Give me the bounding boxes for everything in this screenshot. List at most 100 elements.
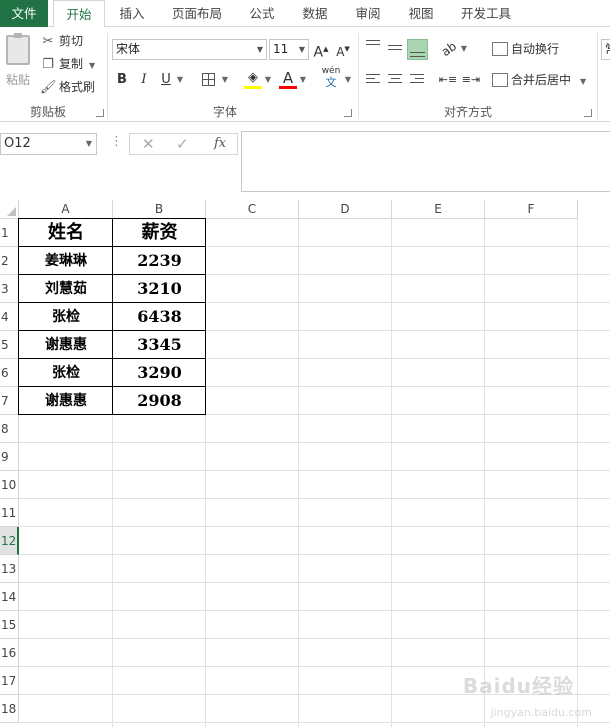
row-header-18[interactable]: 18 [0, 695, 19, 723]
row-header-17[interactable]: 17 [0, 667, 19, 695]
select-all-corner[interactable] [0, 200, 19, 219]
decrease-font-size-button[interactable]: A▼ [334, 38, 352, 60]
chevron-down-icon[interactable]: ▼ [298, 69, 308, 91]
column-header-b[interactable]: B [113, 200, 206, 219]
cell-name[interactable]: 刘慧茹 [19, 275, 113, 303]
chevron-down-icon[interactable]: ▼ [343, 69, 353, 91]
cell-a1-name-header[interactable]: 姓名 [19, 219, 113, 247]
format-painter-button[interactable]: 🖌 格式刷 [40, 77, 95, 97]
cell-b1-salary-header[interactable]: 薪资 [113, 219, 206, 247]
underline-button[interactable]: U [159, 69, 173, 91]
insert-function-icon[interactable]: fx [214, 134, 226, 154]
row-header-13[interactable]: 13 [0, 555, 19, 583]
row-header-16[interactable]: 16 [0, 639, 19, 667]
gridline-vertical [298, 219, 299, 727]
tab-page-layout[interactable]: 页面布局 [165, 0, 229, 27]
paste-label: 粘贴 [5, 73, 30, 87]
cell-name[interactable]: 谢惠惠 [19, 331, 113, 359]
tab-formulas[interactable]: 公式 [242, 0, 282, 27]
formula-input[interactable] [241, 131, 610, 192]
chevron-down-icon[interactable]: ▼ [175, 69, 185, 91]
row-header-4[interactable]: 4 [0, 303, 19, 331]
cell-name[interactable]: 姜琳琳 [19, 247, 113, 275]
alignment-launcher-icon[interactable] [584, 109, 592, 117]
paint-bucket-icon: ◈ [248, 70, 258, 85]
row-header-9[interactable]: 9 [0, 443, 19, 471]
row-header-11[interactable]: 11 [0, 499, 19, 527]
fill-color-swatch [244, 86, 262, 89]
formula-bar-grip-icon[interactable]: ⋮ [110, 134, 123, 149]
phonetic-guide-button[interactable]: wén 文 [320, 65, 342, 89]
gridline-vertical [577, 219, 578, 727]
tab-insert[interactable]: 插入 [112, 0, 152, 27]
chevron-down-icon[interactable]: ▼ [459, 38, 469, 60]
increase-indent-icon[interactable]: ≡⇥ [461, 69, 481, 91]
bold-button[interactable]: B [114, 69, 130, 91]
enter-icon[interactable]: ✓ [176, 134, 189, 154]
tab-data[interactable]: 数据 [295, 0, 335, 27]
cell-salary[interactable]: 6438 [113, 303, 206, 331]
row-header-2[interactable]: 2 [0, 247, 19, 275]
row-header-8[interactable]: 8 [0, 415, 19, 443]
watermark-url: jingyan.baidu.com [490, 706, 592, 719]
name-box[interactable]: O12 ▼ [0, 133, 97, 155]
decrease-indent-icon[interactable]: ⇤≡ [438, 69, 458, 91]
tab-developer[interactable]: 开发工具 [454, 0, 518, 27]
number-format-select[interactable]: 常 [601, 39, 610, 60]
row-header-12[interactable]: 12 [0, 527, 19, 555]
cut-button[interactable]: ✂ 剪切 [40, 31, 83, 51]
cancel-icon[interactable]: ✕ [142, 134, 155, 154]
row-header-6[interactable]: 6 [0, 359, 19, 387]
align-right-button[interactable] [408, 71, 426, 89]
column-header-c[interactable]: C [206, 200, 299, 219]
table-border [112, 218, 113, 415]
cell-salary[interactable]: 3345 [113, 331, 206, 359]
cell-salary[interactable]: 2908 [113, 387, 206, 415]
chevron-down-icon[interactable]: ▼ [220, 69, 230, 91]
merge-center-button[interactable]: 合并后居中 ▼ [492, 70, 586, 90]
align-bottom-button[interactable] [407, 39, 428, 60]
cell-salary[interactable]: 2239 [113, 247, 206, 275]
worksheet-grid[interactable]: A B C D E F 1 2 3 4 5 6 7 8 9 10 11 12 13 14 15 16 17 18 姓名 薪资 姜琳琳… [0, 200, 610, 727]
row-header-1[interactable]: 1 [0, 219, 19, 247]
increase-font-size-button[interactable]: A▲ [312, 38, 330, 61]
tab-review[interactable]: 审阅 [348, 0, 388, 27]
row-header-10[interactable]: 10 [0, 471, 19, 499]
number-format-value: 常 [605, 42, 610, 56]
cell-salary[interactable]: 3210 [113, 275, 206, 303]
column-header-a[interactable]: A [19, 200, 113, 219]
column-header-f[interactable]: F [485, 200, 578, 219]
font-name-select[interactable]: 宋体 ▼ [112, 39, 267, 60]
tab-file[interactable]: 文件 [0, 0, 48, 27]
cell-salary[interactable]: 3290 [113, 359, 206, 387]
row-header-7[interactable]: 7 [0, 387, 19, 415]
align-center-button[interactable] [386, 71, 404, 89]
font-launcher-icon[interactable] [344, 109, 352, 117]
tab-home[interactable]: 开始 [53, 0, 105, 28]
gridline-horizontal [19, 722, 610, 723]
row-header-14[interactable]: 14 [0, 583, 19, 611]
wrap-text-button[interactable]: 自动换行 [492, 39, 559, 59]
row-header-3[interactable]: 3 [0, 275, 19, 303]
tab-view[interactable]: 视图 [401, 0, 441, 27]
chevron-down-icon[interactable]: ▼ [580, 77, 586, 86]
chevron-down-icon[interactable]: ▼ [263, 69, 273, 91]
align-left-button[interactable] [364, 71, 382, 89]
ribbon-home: 粘贴 ✂ 剪切 ❐ 复制 ▼ 🖌 格式刷 剪贴板 宋体 ▼ 11 ▼ A▲ A▼ B I… [0, 27, 610, 122]
italic-button[interactable]: I [137, 69, 151, 91]
align-middle-button[interactable] [386, 39, 404, 57]
cell-name[interactable]: 谢惠惠 [19, 387, 113, 415]
column-header-e[interactable]: E [392, 200, 485, 219]
borders-button[interactable] [200, 69, 216, 91]
font-size-select[interactable]: 11 ▼ [269, 39, 309, 60]
paste-button[interactable]: 粘贴 [4, 33, 32, 95]
align-top-button[interactable] [364, 37, 382, 55]
chevron-down-icon[interactable]: ▼ [89, 61, 95, 70]
cell-name[interactable]: 张检 [19, 359, 113, 387]
row-header-15[interactable]: 15 [0, 611, 19, 639]
copy-button[interactable]: ❐ 复制 ▼ [40, 54, 95, 74]
clipboard-launcher-icon[interactable] [96, 109, 104, 117]
cell-name[interactable]: 张检 [19, 303, 113, 331]
column-header-d[interactable]: D [299, 200, 392, 219]
row-header-5[interactable]: 5 [0, 331, 19, 359]
